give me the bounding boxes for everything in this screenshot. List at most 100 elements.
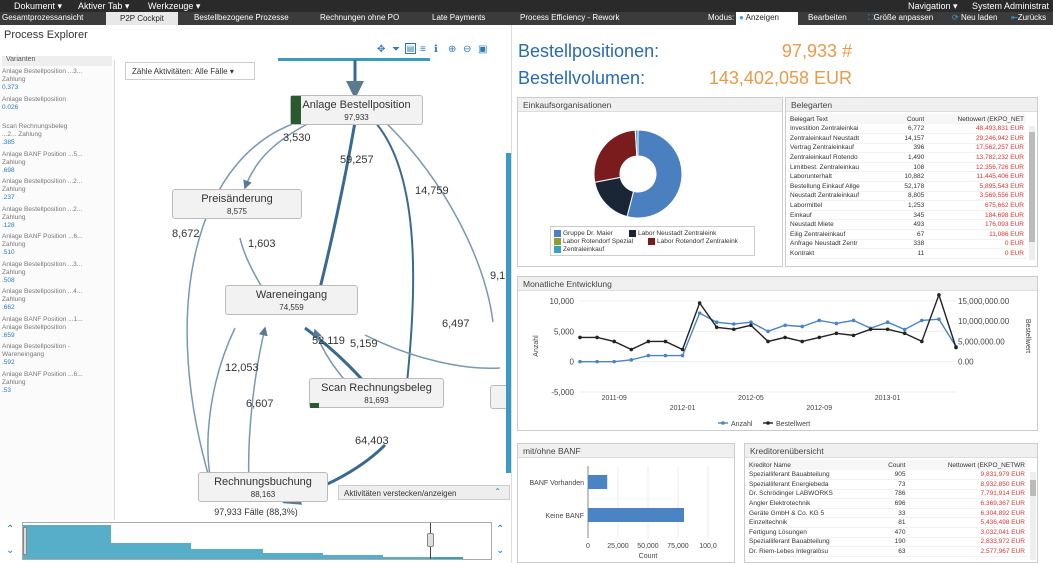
- menu-navigation[interactable]: Navigation ▾: [908, 1, 958, 12]
- table-row[interactable]: Bestellung Einkauf Allge 52,178 5,895,543 …: [788, 181, 1026, 192]
- variant-item[interactable]: Anlage Bestellposition 0.026: [2, 96, 112, 112]
- table-row[interactable]: Dr. Schrödinger LABWORKS 786 7,791,914 EUR: [747, 489, 1027, 500]
- table-row[interactable]: Zentraleinkauf Neustadt 14,157 29,246,942 …: [788, 133, 1026, 144]
- variant-item[interactable]: Anlage BANF Position ...1... Anlage Beste…: [2, 316, 112, 340]
- node-rechnungsbuchung[interactable]: Rechnungsbuchung 88,163: [198, 472, 328, 502]
- variant-item[interactable]: Scan Rechnungsbeleg ...2... Zahlung .385: [2, 123, 112, 147]
- data-point[interactable]: [732, 322, 736, 326]
- variant-coverage-slider[interactable]: [22, 522, 492, 560]
- menu-werkzeuge[interactable]: Werkzeuge ▾: [148, 1, 200, 12]
- col-kreditor[interactable]: Kreditor Name: [747, 460, 877, 470]
- chevron-up-icon[interactable]: ⌃: [496, 524, 504, 535]
- data-point[interactable]: [697, 301, 702, 305]
- data-point[interactable]: [920, 318, 924, 323]
- data-point[interactable]: [834, 331, 839, 336]
- data-point[interactable]: [749, 323, 753, 328]
- data-point[interactable]: [629, 347, 634, 352]
- data-point[interactable]: [920, 339, 924, 344]
- table-row[interactable]: Spezialliferant Bauabteilung 190 2,833,972…: [747, 537, 1027, 548]
- chevron-down-icon[interactable]: ⌄: [6, 545, 14, 556]
- col-count[interactable]: Count: [876, 460, 908, 470]
- data-point[interactable]: [800, 339, 804, 344]
- table-row[interactable]: Eilig Zentraleinkauf 67 11,086 EUR: [788, 229, 1026, 240]
- table-row[interactable]: Zentraleinkauf Rotendo 1,490 13,782,232 EU…: [788, 152, 1026, 163]
- data-point[interactable]: [646, 339, 651, 344]
- chevron-down-icon[interactable]: ⌄: [496, 545, 504, 556]
- variant-item[interactable]: Anlage Bestellposition ...2... Zahlung .12…: [2, 206, 112, 230]
- list-icon[interactable]: ≡: [420, 44, 426, 55]
- data-point[interactable]: [800, 324, 804, 329]
- data-point[interactable]: [697, 311, 702, 315]
- chevron-up-icon[interactable]: ⌃: [6, 524, 14, 535]
- tab-p2p-cockpit[interactable]: P2P Cockpit: [106, 12, 178, 25]
- table-row[interactable]: Laborunterhalt 10,882 11,445,406 EUR: [788, 171, 1026, 183]
- data-point[interactable]: [868, 327, 873, 332]
- data-point[interactable]: [834, 321, 839, 326]
- pie-slice[interactable]: [593, 129, 638, 183]
- data-point[interactable]: [937, 317, 941, 321]
- bearbeiten-button[interactable]: Bearbeiten: [808, 13, 847, 22]
- data-point[interactable]: [885, 320, 890, 325]
- export-icon[interactable]: ▣: [478, 44, 487, 55]
- node-scan-rechnungsbeleg[interactable]: Scan Rechnungsbeleg 81,693: [309, 378, 444, 408]
- info-icon[interactable]: ℹ: [434, 44, 438, 55]
- variant-item[interactable]: Anlage Bestellposition ...3... Zahlung .50…: [2, 261, 112, 285]
- col-nettowert[interactable]: Nettowert (EKPO_NET: [926, 114, 1026, 124]
- data-point[interactable]: [663, 339, 668, 344]
- variant-item[interactable]: Anlage Bestellposition - Wareneingang .592: [2, 343, 112, 367]
- layout-icon[interactable]: ▤: [405, 43, 416, 54]
- menu-user[interactable]: System Administrat: [972, 1, 1049, 11]
- table-row[interactable]: Geräte GmbH & Co. KG 5 33 6,304,892 EUR: [747, 508, 1027, 519]
- table-row[interactable]: Vertrag Zentraleinkauf 396 17,562,257 EUR: [788, 143, 1026, 154]
- node-wareneingang[interactable]: Wareneingang 74,559: [225, 285, 358, 315]
- scrollbar-track[interactable]: [1030, 472, 1036, 560]
- variant-item[interactable]: Anlage BANF Position ...5... Zahlung .698: [2, 151, 112, 175]
- data-point[interactable]: [766, 329, 770, 334]
- groesse-anpassen-button[interactable]: ⛶Größe anpassen: [868, 13, 933, 23]
- table-row[interactable]: Kontrakt 11 0 EUR: [788, 248, 1026, 259]
- table-row[interactable]: Limitbest. Zentraleinkau 108 12,356,726 EU…: [788, 162, 1026, 173]
- data-point[interactable]: [817, 335, 822, 340]
- data-point[interactable]: [937, 293, 941, 297]
- data-point[interactable]: [783, 335, 787, 340]
- data-point[interactable]: [766, 339, 770, 344]
- data-point[interactable]: [680, 353, 685, 358]
- scrollbar-thumb[interactable]: [1030, 480, 1036, 496]
- data-point[interactable]: [851, 333, 856, 338]
- data-point[interactable]: [578, 335, 582, 340]
- table-row[interactable]: Einzeltechnik 81 5,436,498 EUR: [747, 517, 1027, 529]
- data-point[interactable]: [578, 359, 582, 364]
- node-anlage-bestellposition[interactable]: Anlage Bestellposition 97,933: [290, 95, 423, 125]
- table-row[interactable]: Spezialliferant Energiebeda 73 8,932,850 E…: [747, 479, 1027, 490]
- variant-item[interactable]: Anlage BANF Position ...6... Zahlung .53: [2, 371, 112, 395]
- zoom-in-icon[interactable]: ⊕: [448, 44, 456, 55]
- table-row[interactable]: Neustadt Zentraleinkauf 8,805 3,569,556 EU…: [788, 191, 1026, 202]
- scrollbar-track[interactable]: [1029, 126, 1035, 260]
- zurueck-button[interactable]: ⇤Zurücks: [1011, 13, 1046, 22]
- data-point[interactable]: [902, 327, 907, 332]
- data-point[interactable]: [595, 335, 599, 340]
- menu-aktiver-tab[interactable]: Aktiver Tab ▾: [78, 1, 129, 12]
- data-point[interactable]: [646, 353, 651, 358]
- move-icon[interactable]: ✥: [377, 44, 385, 55]
- table-row[interactable]: Anfrage Neustadt Zentr 338 0 EUR: [788, 239, 1026, 250]
- slider-handle-right[interactable]: [427, 533, 434, 547]
- col-belegart[interactable]: Belegart Text: [788, 114, 893, 124]
- variant-item[interactable]: Anlage Bestellposition ...4... Zahlung .66…: [2, 288, 112, 312]
- data-point[interactable]: [783, 323, 787, 328]
- pie-slice[interactable]: [594, 176, 635, 218]
- tab-gesamtprozessansicht[interactable]: Gesamtprozessansicht: [2, 13, 83, 22]
- filter-icon[interactable]: ⏷: [392, 44, 400, 55]
- data-point[interactable]: [954, 345, 958, 350]
- tab-bestellbezogene[interactable]: Bestellbezogene Prozesse: [194, 13, 289, 22]
- variants-list[interactable]: Varianten Anlage Bestellposition ...3...…: [0, 56, 115, 520]
- data-point[interactable]: [663, 353, 668, 358]
- tab-process-efficiency[interactable]: Process Efficiency - Rework: [520, 13, 619, 22]
- anzeigen-button[interactable]: ● Anzeigen: [736, 12, 798, 25]
- table-row[interactable]: Dr. Riem-Lebes Integralösu 63 2,577,967 EU…: [747, 546, 1027, 557]
- data-point[interactable]: [885, 327, 890, 332]
- table-row[interactable]: Spezialliferant Bauabteilung 905 9,831,979…: [747, 470, 1027, 481]
- neu-laden-button[interactable]: ⟳ Neu laden: [952, 13, 997, 22]
- data-point[interactable]: [714, 325, 719, 330]
- table-row[interactable]: Einkauf 345 184,698 EUR: [788, 210, 1026, 221]
